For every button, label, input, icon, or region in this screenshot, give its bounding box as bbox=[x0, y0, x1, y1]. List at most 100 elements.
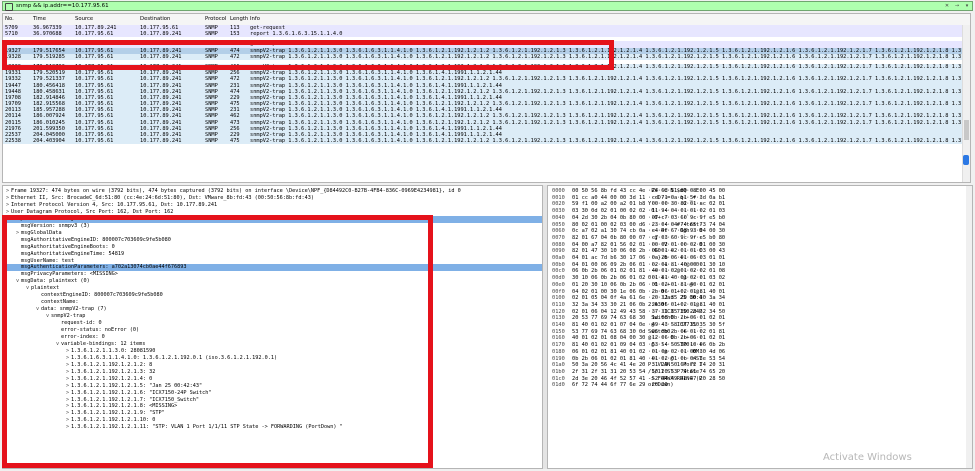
detail-tree-item[interactable]: >1.3.6.1.2.1.192.1.2.1.7: "ICX7150_Switc… bbox=[3, 397, 542, 404]
detail-tree-item[interactable]: >1.3.6.1.2.1.192.1.2.1.5: "Jan 25 00:42:… bbox=[3, 383, 542, 390]
detail-tree-item[interactable]: > Ethernet II, Src: BrocadeC_6d:51:80 (cc… bbox=[3, 195, 542, 202]
detail-tree-item[interactable]: error-status: noError (0) bbox=[3, 327, 542, 334]
hex-dump-line[interactable]: 0040 04 2d 30 2b 04 0b 80 00 07 c7 03 60 … bbox=[548, 215, 968, 222]
hex-dump-line[interactable]: 00a0 04 01 ac 7d b6 30 17 06 0a 2b 06 01 … bbox=[548, 255, 968, 262]
hex-dump-line[interactable]: 01d0 6f 72 74 44 6f 77 6e 29 20 20 ortDown… bbox=[548, 382, 968, 389]
packet-list[interactable]: No. Time Source Destination Protocol Len… bbox=[2, 13, 971, 183]
hex-asc: ·0······ ········ bbox=[648, 208, 703, 215]
hex-dump-line[interactable]: 0030 03 30 0d 02 01 00 02 02 11 94 04 01 … bbox=[548, 208, 968, 215]
hex-off: 0150 bbox=[552, 328, 565, 335]
hex-dump-line[interactable]: 0100 02 01 05 04 0f 4a 61 6e 20 32 35 20 … bbox=[548, 295, 968, 302]
hex-dump-line[interactable]: 00c0 06 0b 2b 06 01 02 01 81 40 01 02 01 … bbox=[548, 268, 968, 275]
hex-off: 0110 bbox=[552, 301, 565, 308]
detail-tree-label: msgGlobalData bbox=[21, 229, 62, 236]
hex-dump-line[interactable]: 01c0 2d 3e 20 46 4f 52 57 41 52 44 49 4e … bbox=[548, 376, 968, 383]
detail-tree-item[interactable]: msgPrivacyParameters: <MISSING> bbox=[3, 271, 542, 278]
hex-off: 01c0 bbox=[552, 375, 565, 382]
detail-tree-item[interactable]: v plaintext bbox=[3, 285, 542, 292]
detail-tree-item[interactable]: contextEngineID: 800007c703609c9fe5b080 bbox=[3, 292, 542, 299]
hex-dump-line[interactable]: 0110 32 3a 34 33 30 21 06 0b 2b 06 01 02 … bbox=[548, 302, 968, 309]
hex-asc: ·····V·· ·······0 bbox=[648, 241, 703, 248]
hex-asc: ···D··=· ·q··_=·· bbox=[648, 194, 703, 201]
detail-tree-item[interactable]: > User Datagram Protocol, Src Port: 162, … bbox=[3, 209, 542, 216]
hex-dump-line[interactable]: 0130 20 53 77 69 74 63 68 30 1d 06 0b 2b … bbox=[548, 315, 968, 322]
hex-dump-line[interactable]: 0020 59 f1 00 a2 00 a2 01 b8 00 00 30 82 … bbox=[548, 201, 968, 208]
bookmark-icon[interactable] bbox=[5, 3, 13, 11]
hex-dump-line[interactable]: 00d0 30 10 06 0b 2b 06 01 02 01 81 40 01 … bbox=[548, 275, 968, 282]
hex-dump-line[interactable]: 0010 01 cc a0 44 00 00 3d 11 cd 71 0a b1 … bbox=[548, 195, 968, 202]
hex-dump-line[interactable]: 0080 04 00 a7 82 01 56 02 01 00 02 01 00 … bbox=[548, 242, 968, 249]
hex-dump-line[interactable]: 00f0 04 02 01 00 30 1e 06 0b 2b 06 01 02 … bbox=[548, 289, 968, 296]
detail-tree-item[interactable]: msgVersion: snmpv3 (3) bbox=[3, 223, 542, 230]
hex-dump-line[interactable]: 0180 06 01 02 01 81 40 01 02 01 0a 02 01 … bbox=[548, 349, 968, 356]
detail-tree-item[interactable]: > Internet Protocol Version 4, Src: 10.17… bbox=[3, 202, 542, 209]
detail-tree-item[interactable]: v snmpV2-trap bbox=[3, 313, 542, 320]
column-header-info[interactable]: Info bbox=[250, 16, 260, 22]
hex-dump-line[interactable]: 00e0 01 20 30 10 06 0b 2b 06 01 02 01 81 … bbox=[548, 282, 968, 289]
detail-tree-label: 1.3.6.1.2.1.192.1.2.1.2: 8 bbox=[71, 361, 153, 368]
detail-tree-item[interactable]: > msgGlobalData bbox=[3, 230, 542, 237]
detail-tree-item[interactable]: >1.3.6.1.2.1.1.3.0: 28081590 bbox=[3, 348, 542, 355]
detail-tree-item[interactable]: msgAuthoritativeEngineBoots: 0 bbox=[3, 244, 542, 251]
column-header-no[interactable]: No. bbox=[5, 16, 14, 22]
hex-dump-line[interactable]: 0190 0b 2b 06 01 02 01 81 40 01 02 01 0b … bbox=[548, 356, 968, 363]
clear-filter-icon[interactable]: ✕ bbox=[944, 3, 950, 9]
scrollbar-thumb[interactable] bbox=[964, 120, 969, 140]
detail-tree-item[interactable]: msgAuthoritativeEngineTime: 54819 bbox=[3, 251, 542, 258]
display-filter-bar[interactable]: snmp && ip.addr==10.177.95.61 ✕ → ▾ bbox=[2, 1, 973, 11]
hex-dump-line[interactable]: 0140 81 40 01 02 01 07 04 0e 49 43 58 37 … bbox=[548, 322, 968, 329]
column-header-length[interactable]: Length bbox=[230, 16, 248, 22]
detail-tree-item[interactable]: >1.3.6.1.2.1.192.1.2.1.4: 0 bbox=[3, 376, 542, 383]
detail-tree-label: msgAuthenticationParameters: a702a13074c… bbox=[21, 264, 187, 271]
hex-off: 0040 bbox=[552, 214, 565, 221]
detail-tree-item[interactable]: contextName: bbox=[3, 299, 542, 306]
detail-tree-item[interactable]: msgUserName: test bbox=[3, 258, 542, 265]
column-header-source[interactable]: Source bbox=[75, 16, 93, 22]
packet-details-pane[interactable]: > Frame 19327: 474 bytes on wire (3792 bi… bbox=[2, 185, 543, 469]
hex-off: 0080 bbox=[552, 241, 565, 248]
detail-tree-item[interactable]: v data: snmpV2-trap (7) bbox=[3, 306, 542, 313]
detail-tree-item[interactable]: >1.3.6.1.2.1.192.1.2.1.11: "STP: VLAN 1 … bbox=[3, 424, 542, 431]
hex-asc: ··+····· @······· bbox=[648, 268, 703, 275]
hex-dump-line[interactable]: 0120 02 01 06 04 12 49 43 58 37 31 35 30 … bbox=[548, 309, 968, 316]
detail-tree-item[interactable]: msgAuthoritativeEngineID: 800007c703609c… bbox=[3, 237, 542, 244]
hex-dump-line[interactable]: 01b0 2f 31 2f 31 31 20 53 54 50 20 53 74 … bbox=[548, 369, 968, 376]
detail-tree-item[interactable]: >1.3.6.1.2.1.192.1.2.1.8: <MISSING> bbox=[3, 403, 542, 410]
hex-dump-line[interactable]: 0000 00 50 56 8b fd 43 cc 4e 24 6d 51 80 … bbox=[548, 188, 968, 195]
detail-tree-item[interactable]: msgAuthenticationParameters: a702a13074c… bbox=[3, 264, 542, 272]
column-header-time[interactable]: Time bbox=[33, 16, 46, 22]
hex-dump-line[interactable]: 0070 82 01 67 04 0b 80 00 07 c7 03 60 9c … bbox=[548, 235, 968, 242]
detail-tree-item[interactable]: v variable-bindings: 12 items bbox=[3, 341, 542, 348]
hex-dump-line[interactable]: 0090 82 01 47 30 10 06 08 2b 06 01 02 01 … bbox=[548, 248, 968, 255]
hex-dump-line[interactable]: 0050 80 02 01 00 02 03 00 d6 23 04 04 74 … bbox=[548, 222, 968, 229]
hex-dump-line[interactable]: 00b0 04 01 00 06 09 2b 06 01 02 01 81 40 … bbox=[548, 262, 968, 269]
detail-tree-label: msgUserName: test bbox=[21, 257, 75, 264]
detail-tree-item[interactable]: request-id: 0 bbox=[3, 320, 542, 327]
packet-list-scrollbar[interactable] bbox=[962, 25, 970, 182]
detail-tree-item[interactable]: v msgData: plaintext (0) bbox=[3, 278, 542, 285]
detail-tree-item[interactable]: > Frame 19327: 474 bytes on wire (3792 bi… bbox=[3, 188, 542, 195]
hex-dump-line[interactable]: 0160 40 01 02 01 08 04 00 30 12 06 0b 2b … bbox=[548, 335, 968, 342]
hex-dump-line[interactable]: 01a0 50 3a 20 56 4c 41 4e 20 31 20 50 6f … bbox=[548, 362, 968, 369]
detail-tree-item[interactable]: >1.3.6.1.2.1.192.1.2.1.6: "ICX7150-24P S… bbox=[3, 390, 542, 397]
detail-tree-item[interactable]: >1.3.6.1.6.3.1.1.4.1.0: 1.3.6.1.2.1.192.… bbox=[3, 355, 542, 362]
hex-off: 0160 bbox=[552, 335, 565, 342]
detail-tree-item[interactable]: >1.3.6.1.2.1.192.1.2.1.2: 8 bbox=[3, 362, 542, 369]
hex-dump-line[interactable]: 0150 53 77 69 74 63 68 30 0d 06 0b 2b 06 … bbox=[548, 329, 968, 336]
column-header-protocol[interactable]: Protocol bbox=[205, 16, 226, 22]
hex-dump-line[interactable]: 0170 81 40 01 02 01 09 04 03 53 54 50 30 … bbox=[548, 342, 968, 349]
filter-dropdown-icon[interactable]: ▾ bbox=[964, 3, 970, 9]
packet-row[interactable]: 22538 204.403904 10.177.95.61 10.177.89.241… bbox=[3, 138, 970, 145]
column-header-destination[interactable]: Destination bbox=[140, 16, 170, 22]
detail-tree-item[interactable]: >1.3.6.1.2.1.192.1.2.1.9: "STP" bbox=[3, 410, 542, 417]
detail-tree-item[interactable]: >1.3.6.1.2.1.192.1.2.1.3: 32 bbox=[3, 369, 542, 376]
detail-tree-label: 1.3.6.1.2.1.192.1.2.1.8: <MISSING> bbox=[71, 403, 178, 410]
hex-asc: ·-0+···· ···`···· bbox=[648, 214, 703, 221]
display-filter-input[interactable]: snmp && ip.addr==10.177.95.61 bbox=[16, 3, 109, 9]
detail-tree-item[interactable]: v Simple Network Management Protocol bbox=[3, 215, 542, 223]
packet-bytes-pane[interactable]: 0000 00 50 56 8b fd 43 cc 4e 24 6d 51 80 … bbox=[547, 185, 973, 469]
hex-dump-line[interactable]: 0060 0c a7 02 a1 30 74 cb 0a e4 4f 67 68 … bbox=[548, 228, 968, 235]
detail-tree-item[interactable]: >1.3.6.1.2.1.192.1.2.1.10: 0 bbox=[3, 417, 542, 424]
detail-tree-item[interactable]: error-index: 0 bbox=[3, 334, 542, 341]
apply-filter-icon[interactable]: → bbox=[954, 3, 960, 9]
